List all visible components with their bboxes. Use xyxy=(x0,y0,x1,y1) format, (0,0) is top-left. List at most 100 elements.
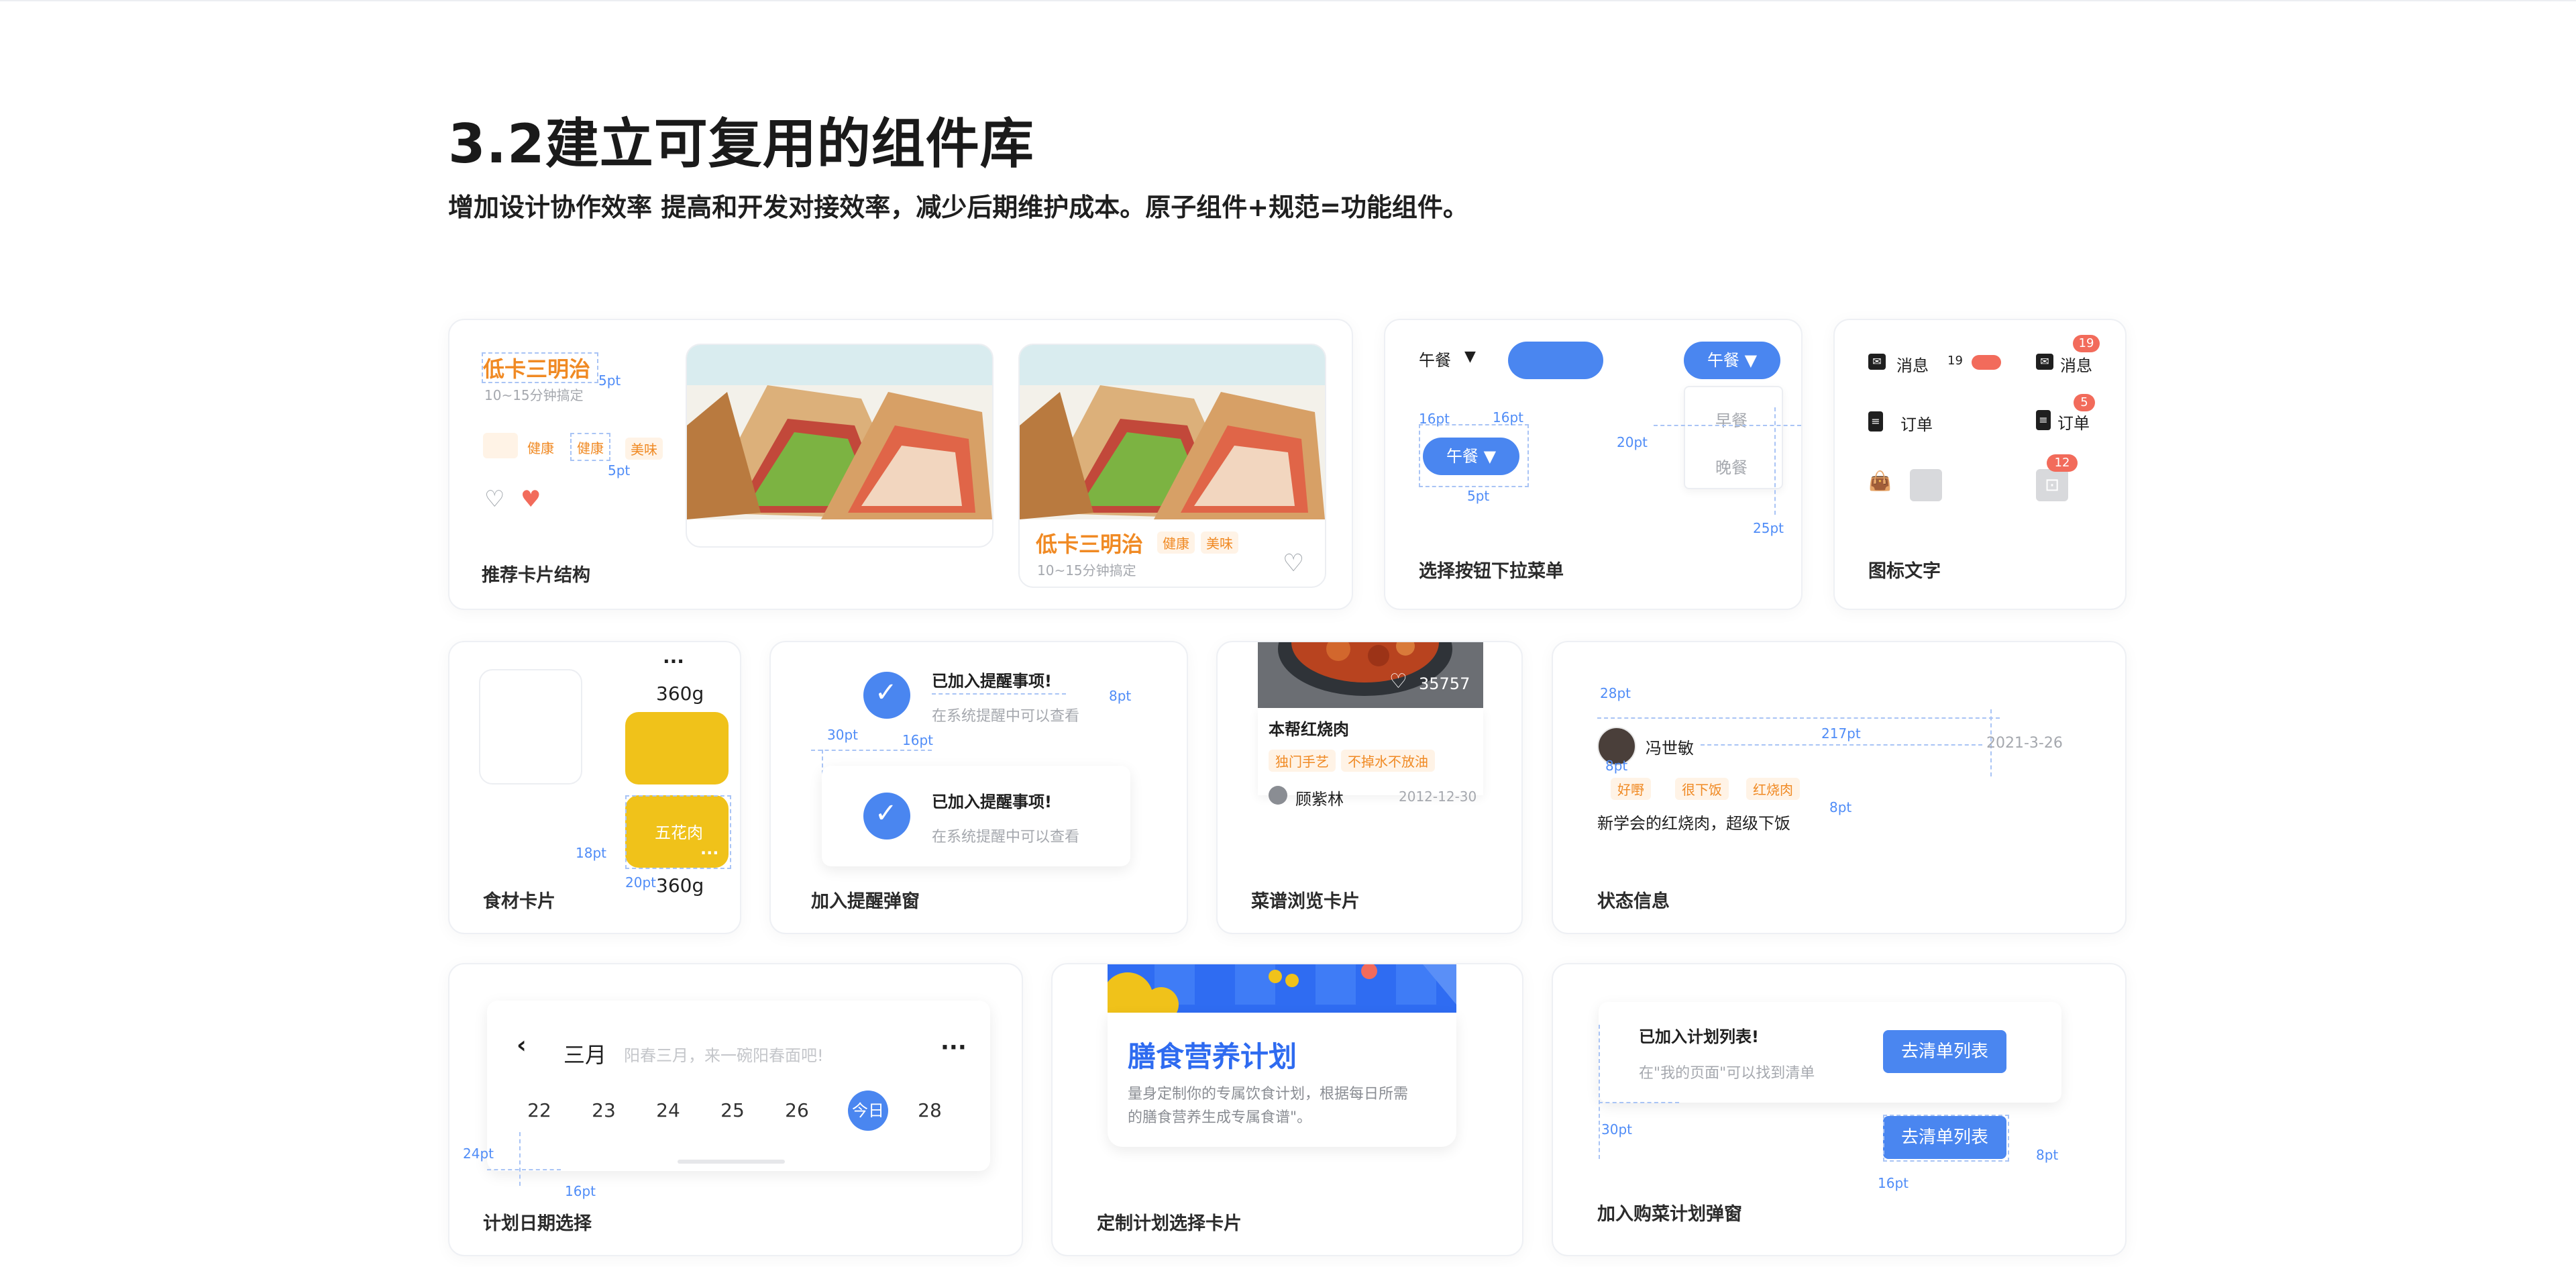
spacing-annotation: 5pt xyxy=(1467,488,1490,504)
status-tag: 很下饭 xyxy=(1675,778,1729,800)
status-tag: 红烧肉 xyxy=(1746,778,1800,800)
placeholder-square xyxy=(1910,469,1942,501)
card-ingredient: ··· 360g 五花肉 ··· 360g 18pt 20pt 食材卡片 xyxy=(448,641,741,934)
spacing-annotation: 24pt xyxy=(463,1146,494,1162)
card-caption: 加入购菜计划弹窗 xyxy=(1597,1204,1742,1225)
day-cell[interactable]: 25 xyxy=(712,1091,753,1131)
spacing-guide-line xyxy=(1599,1025,1600,1159)
spacing-annotation: 30pt xyxy=(1601,1121,1632,1137)
more-icon[interactable]: ··· xyxy=(941,1034,967,1061)
plan-card[interactable] xyxy=(1108,1013,1456,1147)
card-dropdown-select: 午餐 ▼ 午餐 ▼ 午餐 ▼ 16pt 16pt 5pt 早餐 晚餐 20pt … xyxy=(1384,319,1803,610)
date-picker-panel xyxy=(487,1001,990,1171)
card-caption: 定制计划选择卡片 xyxy=(1097,1213,1242,1234)
user-name: 冯世敏 xyxy=(1646,739,1694,758)
tag-health: 健康 xyxy=(527,440,554,456)
card-caption: 菜谱浏览卡片 xyxy=(1251,891,1360,912)
card-caption: 选择按钮下拉菜单 xyxy=(1419,561,1564,582)
check-mark: ✓ xyxy=(875,677,898,708)
plan-title: 膳食营养计划 xyxy=(1128,1040,1297,1073)
recipe-tag: 独门手艺 xyxy=(1269,750,1336,772)
page-subtitle: 增加设计协作效率 提高和开发对接效率，减少后期维护成本。原子组件+规范=功能组件… xyxy=(448,193,1468,222)
order-icon[interactable]: ≡ xyxy=(1868,411,1883,432)
card-status-info: 28pt 冯世敏 217pt 2021-3-26 8pt 好嘢 很下饭 红烧肉 … xyxy=(1552,641,2127,934)
heart-outline-icon[interactable]: ♡ xyxy=(1389,672,1407,692)
meal-select-label[interactable]: 午餐 xyxy=(1419,347,1451,370)
reminder-title: 已加入提醒事项! xyxy=(932,672,1052,691)
bag-badge: 12 xyxy=(2047,454,2078,472)
preview-tag-tasty: 美味 xyxy=(1201,531,1238,554)
spacing-annotation: 28pt xyxy=(1600,685,1631,701)
toggle-pill[interactable] xyxy=(1972,355,2001,370)
card-caption: 图标文字 xyxy=(1868,561,1941,582)
post-date: 2012-12-30 xyxy=(1399,789,1477,805)
heart-filled-icon[interactable]: ♥ xyxy=(521,488,541,511)
day-cell[interactable]: 22 xyxy=(519,1091,559,1131)
card-recipe-browse: ♡ 35757 本帮红烧肉 独门手艺 不掉水不放油 顾紫林 2012-12-30… xyxy=(1216,641,1523,934)
dish-name: 本帮红烧肉 xyxy=(1269,720,1349,739)
day-cell[interactable]: 23 xyxy=(584,1091,624,1131)
sandwich-image xyxy=(686,344,994,548)
pill-button-empty[interactable] xyxy=(1508,342,1603,379)
bag-icon[interactable]: ⊡ xyxy=(2036,469,2068,501)
meal-select-button[interactable]: 午餐 ▼ xyxy=(1684,342,1780,379)
spacing-guide-line xyxy=(1774,407,1776,515)
mail-icon[interactable]: ✉ xyxy=(1868,354,1886,370)
spacing-guide-line xyxy=(1599,1102,1679,1103)
dropdown-option-breakfast[interactable]: 早餐 xyxy=(1715,407,1748,431)
dropdown-option-dinner[interactable]: 晚餐 xyxy=(1715,454,1748,478)
card-custom-plan: 膳食营养计划 量身定制你的专属饮食计划，根据每日所需 的膳食营养生成专属食谱"。… xyxy=(1051,963,1523,1256)
mail-icon[interactable]: ✉ xyxy=(2036,354,2053,370)
spacing-annotation: 5pt xyxy=(608,462,631,478)
likes-count: 35757 xyxy=(1419,674,1470,693)
bag-icon[interactable]: 👜 xyxy=(1868,472,1892,491)
month-hint: 阳春三月，来一碗阳春面吧! xyxy=(624,1046,824,1065)
message-label[interactable]: 消息 xyxy=(1896,352,1929,376)
plan-banner xyxy=(1108,964,1456,1013)
spacing-annotation: 20pt xyxy=(625,874,656,891)
more-icon[interactable]: ··· xyxy=(663,650,684,672)
ingredient-image xyxy=(625,712,729,784)
order-label-b[interactable]: 订单 xyxy=(2057,410,2090,434)
tag-tasty: 美味 xyxy=(625,438,663,460)
day-cell[interactable]: 28 xyxy=(910,1091,950,1131)
message-badge: 19 xyxy=(2073,335,2100,352)
preview-time: 10~15分钟搞定 xyxy=(1037,562,1136,578)
order-icon[interactable]: ≡ xyxy=(2036,410,2051,430)
spacing-annotation: 16pt xyxy=(1419,411,1450,427)
recipe-time: 10~15分钟搞定 xyxy=(484,387,584,403)
spacing-annotation: 217pt xyxy=(1821,725,1861,742)
spacing-guide-line xyxy=(519,1132,521,1186)
heart-outline-icon[interactable]: ♡ xyxy=(484,488,504,511)
spacing-annotation: 16pt xyxy=(565,1183,596,1199)
spacing-guide-line xyxy=(1597,717,2000,719)
day-cell-today[interactable]: 今日 xyxy=(848,1091,888,1131)
go-to-list-button[interactable]: 去清单列表 xyxy=(1883,1030,2006,1073)
day-cell[interactable]: 26 xyxy=(777,1091,817,1131)
chevron-down-icon[interactable]: ▼ xyxy=(1464,348,1476,365)
meal-select-value: 午餐 xyxy=(1707,351,1739,370)
card-shopping-plan-popup: 已加入计划列表! 在"我的页面"可以找到清单 去清单列表 30pt 去清单列表 … xyxy=(1552,963,2127,1256)
plan-desc-line2: 的膳食营养生成专属食谱"。 xyxy=(1128,1109,1312,1126)
card-caption: 食材卡片 xyxy=(483,891,555,912)
order-badge: 5 xyxy=(2074,394,2095,411)
card-reminder-popup: ✓ 已加入提醒事项! 在系统提醒中可以查看 8pt 30pt 16pt ✓ 已加… xyxy=(769,641,1188,934)
back-arrow-icon[interactable]: ‹ xyxy=(517,1031,527,1059)
card-caption: 推荐卡片结构 xyxy=(482,565,590,586)
recipe-tag: 不掉水不放油 xyxy=(1341,750,1435,772)
recipe-preview-card[interactable]: 低卡三明治 健康 美味 10~15分钟搞定 ♡ xyxy=(1018,344,1326,588)
message-label-b[interactable]: 消息 xyxy=(2060,352,2092,376)
card-icon-text: ✉ 消息 19 ✉ 消息 19 ≡ 订单 ≡ 订单 5 👜 ⊡ 12 图标文字 xyxy=(1833,319,2127,610)
status-tag: 好嘢 xyxy=(1611,778,1651,800)
spacing-annotation: 8pt xyxy=(1605,758,1628,774)
heart-outline-icon[interactable]: ♡ xyxy=(1283,552,1304,576)
day-cell[interactable]: 24 xyxy=(648,1091,688,1131)
spacing-guide-line xyxy=(1654,425,1801,426)
tag-health-2: 健康 xyxy=(577,440,604,456)
plan-popup-desc: 在"我的页面"可以找到清单 xyxy=(1639,1065,1815,1082)
order-label[interactable]: 订单 xyxy=(1900,411,1933,435)
reminder-desc-2: 在系统提醒中可以查看 xyxy=(932,829,1080,846)
spacing-guide-box xyxy=(482,352,598,383)
spacing-annotation: 8pt xyxy=(2036,1147,2059,1163)
post-date: 2021-3-26 xyxy=(1986,735,2063,752)
